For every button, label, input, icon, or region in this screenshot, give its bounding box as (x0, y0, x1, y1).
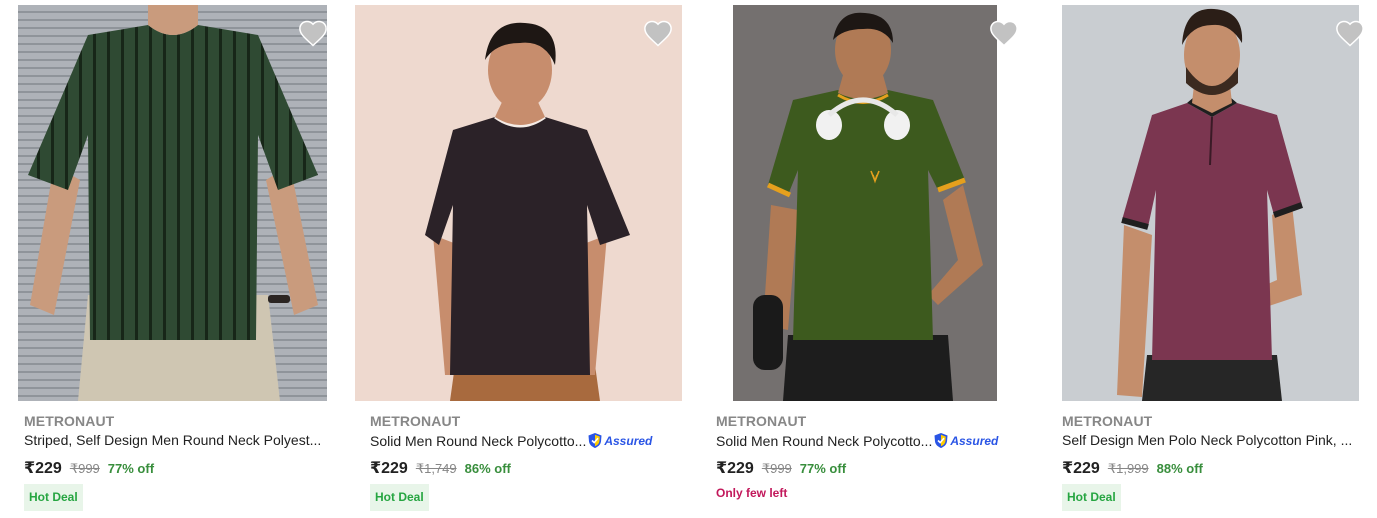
product-price: ₹229 (716, 460, 754, 477)
product-title[interactable]: Self Design Men Polo Neck Polycotton Pin… (1062, 432, 1352, 448)
product-price: ₹229 (1062, 460, 1100, 477)
product-brand: METRONAUT (24, 413, 115, 429)
hot-deal-badge: Hot Deal (370, 484, 429, 511)
product-price: ₹229 (24, 460, 62, 477)
assured-label: Assured (950, 433, 999, 448)
product-discount: 88% off (1156, 461, 1203, 476)
hot-deal-badge: Hot Deal (1062, 484, 1121, 511)
product-discount: 86% off (464, 461, 511, 476)
product-brand: METRONAUT (370, 413, 461, 429)
product-discount: 77% off (107, 461, 155, 476)
product-card[interactable]: METRONAUT Self Design Men Polo Neck Poly… (1047, 0, 1377, 518)
hot-deal-badge: Hot Deal (24, 484, 83, 511)
wishlist-heart-icon[interactable] (989, 19, 1019, 47)
shield-check-icon (588, 433, 602, 448)
product-mrp: ₹999 (761, 461, 792, 476)
product-brand: METRONAUT (716, 413, 807, 429)
wishlist-heart-icon[interactable] (643, 19, 673, 47)
product-mrp: ₹999 (69, 461, 100, 476)
product-image[interactable] (18, 5, 327, 401)
stock-status: Only few left (716, 486, 788, 500)
product-brand: METRONAUT (1062, 413, 1153, 429)
product-card[interactable]: METRONAUT Striped, Self Design Men Round… (18, 0, 328, 518)
wishlist-heart-icon[interactable] (298, 19, 328, 47)
product-price: ₹229 (370, 460, 408, 477)
product-mrp: ₹1,999 (1107, 461, 1149, 476)
product-card[interactable]: METRONAUT Solid Men Round Neck Polycotto… (355, 0, 685, 518)
wishlist-heart-icon[interactable] (1335, 19, 1365, 47)
product-title[interactable]: Solid Men Round Neck Polycotto... (370, 433, 586, 449)
product-image[interactable] (355, 5, 682, 401)
assured-badge: Assured (933, 432, 998, 449)
shield-check-icon (934, 433, 948, 448)
product-card[interactable]: METRONAUT Solid Men Round Neck Polycotto… (701, 0, 1031, 518)
assured-badge: Assured (587, 432, 652, 449)
product-title[interactable]: Solid Men Round Neck Polycotto... (716, 433, 932, 449)
product-mrp: ₹1,749 (415, 461, 457, 476)
product-image[interactable] (1062, 5, 1359, 401)
product-title[interactable]: Striped, Self Design Men Round Neck Poly… (24, 432, 321, 448)
assured-label: Assured (604, 433, 653, 448)
product-image[interactable] (733, 5, 997, 401)
product-discount: 77% off (799, 461, 847, 476)
